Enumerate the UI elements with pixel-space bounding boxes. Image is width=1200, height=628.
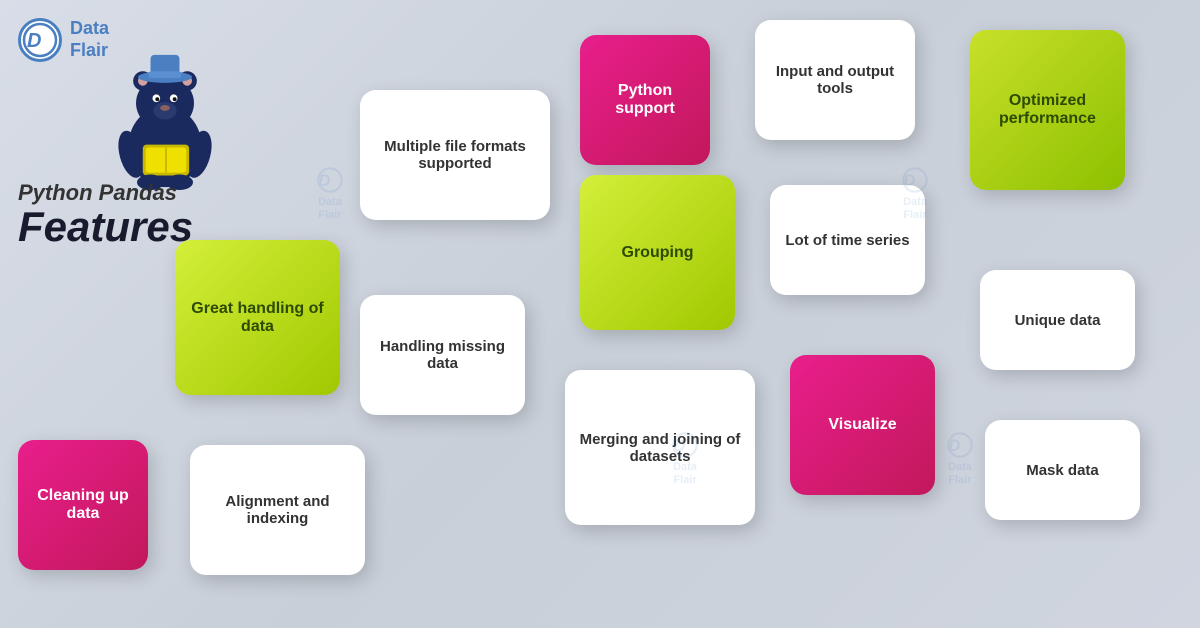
bear-illustration <box>100 50 230 190</box>
card-input-label: Input and output tools <box>769 63 901 97</box>
card-python-support: Python support <box>580 35 710 165</box>
card-input-output: Input and output tools <box>755 20 915 140</box>
card-mask-data: Mask data <box>985 420 1140 520</box>
logo-icon: D <box>18 18 62 62</box>
card-grouping-label: Grouping <box>622 244 694 262</box>
svg-text:D: D <box>27 30 41 52</box>
card-time-series: Lot of time series <box>770 185 925 295</box>
card-grouping: Grouping <box>580 175 735 330</box>
card-visualize: Visualize <box>790 355 935 495</box>
card-alignment-label: Alignment and indexing <box>204 493 351 527</box>
card-python-label: Python support <box>594 82 696 118</box>
card-multiple-label: Multiple file formats supported <box>374 138 536 172</box>
card-merging-label: Merging and joining of datasets <box>579 431 741 465</box>
card-handling-label: Handling missing data <box>374 338 511 372</box>
card-unique-data: Unique data <box>980 270 1135 370</box>
card-visualize-label: Visualize <box>828 416 896 434</box>
card-great-label: Great handling of data <box>189 300 326 336</box>
watermark-1: D Data Flair <box>315 165 345 221</box>
card-unique-label: Unique data <box>1015 312 1101 329</box>
card-cleaning-data: Cleaning up data <box>18 440 148 570</box>
card-time-label: Lot of time series <box>785 232 909 249</box>
card-alignment-indexing: Alignment and indexing <box>190 445 365 575</box>
card-mask-label: Mask data <box>1026 462 1099 479</box>
card-handling-missing: Handling missing data <box>360 295 525 415</box>
svg-text:D: D <box>318 171 330 190</box>
card-optimized-performance: Optimized performance <box>970 30 1125 190</box>
watermark-4: D Data Flair <box>945 430 975 486</box>
logo: D Data Flair <box>18 18 109 62</box>
card-cleaning-label: Cleaning up data <box>32 487 134 523</box>
card-optimized-label: Optimized performance <box>984 92 1111 128</box>
card-multiple-file-formats: Multiple file formats supported <box>360 90 550 220</box>
card-great-handling: Great handling of data <box>175 240 340 395</box>
svg-text:D: D <box>948 436 960 455</box>
title-area: Python Pandas Features <box>18 180 238 248</box>
logo-data: Data <box>70 18 109 40</box>
card-merging-joining: Merging and joining of datasets <box>565 370 755 525</box>
